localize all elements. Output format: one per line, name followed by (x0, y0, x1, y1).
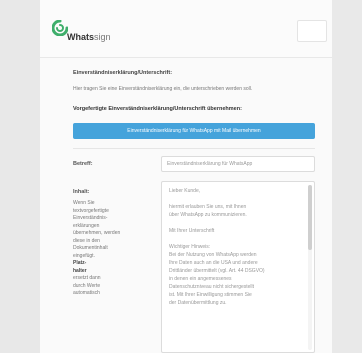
textarea-line: Lieber Kunde, (169, 188, 201, 194)
textarea-line: über WhatsApp zu kommunizieren. (169, 212, 247, 218)
help-line: eingefügt. (73, 252, 95, 259)
help-line: übernehmen, werden (73, 230, 121, 236)
help-line: erklärungen (73, 222, 100, 229)
textarea-line: Ihre Daten auch an die USA und andere (169, 260, 258, 266)
logo-text-bold: Whats (67, 32, 94, 42)
subject-input[interactable]: Einverständniserklärung für WhatsApp (161, 156, 315, 172)
textarea-line: Bei der Nutzung von WhatsApp werden (169, 252, 257, 258)
help-line: ersetzt dann (73, 275, 101, 281)
prefill-button[interactable]: Einverständniserklärung für WhatsApp mit… (73, 123, 315, 139)
divider (73, 148, 315, 149)
right-gutter (332, 0, 362, 353)
help-line: automatisch (73, 290, 100, 296)
help-line: Einverständnis- (73, 215, 108, 221)
textarea-scrollbar-thumb[interactable] (308, 185, 312, 250)
help-line: durch Werte (73, 282, 101, 289)
help-bold: halter (73, 267, 87, 274)
left-gutter (0, 0, 40, 353)
textarea-line: hiermit erlauben Sie uns, mit Ihnen (169, 204, 247, 210)
textarea-line: ist. Mit Ihrer Einwilligung stimmen Sie (169, 292, 252, 298)
content-label: Inhalt: (73, 189, 90, 195)
prefill-label: Vorgefertigte Einverständniserklärung/Un… (73, 106, 242, 112)
help-line: diese in den (73, 237, 100, 244)
textarea-line: der Datenübermittlung zu. (169, 300, 227, 306)
header-bar: Whatssign (40, 0, 332, 58)
subject-label: Betreff: (73, 161, 93, 167)
logo-wordmark: Whatssign (67, 32, 111, 42)
textarea-line: Mit Ihrer Unterschrift (169, 228, 215, 234)
textarea-line: Wichtiger Hinweis: (169, 244, 211, 250)
textarea-line: Datenschutzniveau nicht sichergestellt (169, 284, 255, 290)
help-line: Wenn Sie (73, 200, 95, 206)
content-textarea[interactable]: Lieber Kunde, hiermit erlauben Sie uns, … (161, 181, 315, 353)
logo-text-light: sign (94, 32, 111, 42)
help-bold: Platz- (73, 260, 87, 266)
help-line: textvorgefertigte (73, 207, 109, 214)
textarea-line: Drittländer übermittelt (vgl. Art. 44 DS… (169, 268, 265, 274)
header-action-button[interactable] (297, 20, 327, 42)
document-panel: Whatssign Einverständniserklärung/Unters… (40, 0, 332, 353)
section-title: Einverständniserklärung/Unterschrift: (73, 70, 173, 76)
content-help-text: Wenn Sie textvorgefertigte Einverständni… (73, 200, 133, 298)
section-subtitle: Hier tragen Sie eine Einverständniserklä… (73, 86, 253, 92)
help-line: Dokumentinhalt (73, 245, 108, 251)
textarea-line: in denen ein angemessenes (169, 276, 232, 282)
whatssign-logo-icon (52, 20, 68, 36)
